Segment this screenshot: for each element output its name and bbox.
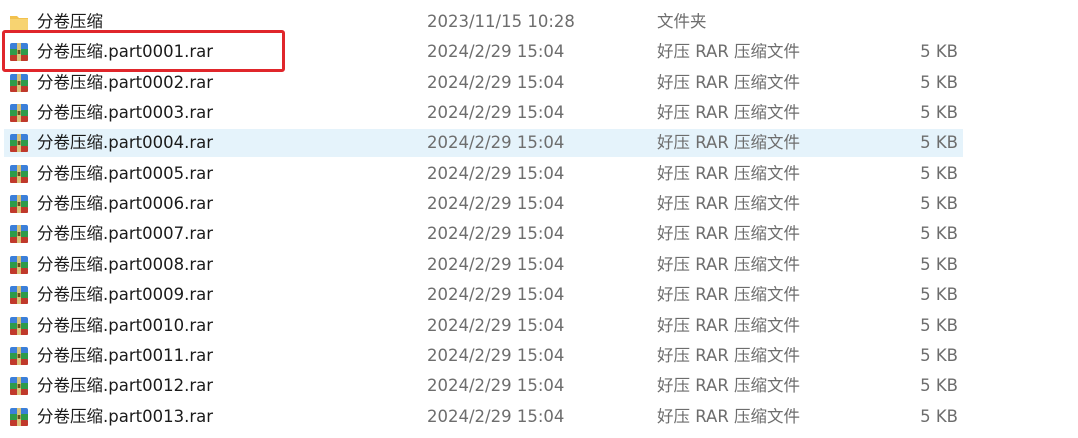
file-row[interactable]: 分卷压缩.part0012.rar 2024/2/29 15:04 好压 RAR 压…: [4, 372, 963, 400]
rar-archive-icon: [8, 193, 30, 215]
file-row[interactable]: 分卷压缩.part0004.rar 2024/2/29 15:04 好压 RAR 压…: [4, 129, 963, 158]
file-size: 5 KB: [920, 103, 958, 123]
file-name: 分卷压缩: [37, 12, 103, 31]
rar-archive-icon: [8, 406, 30, 428]
file-type: 好压 RAR 压缩文件: [657, 194, 801, 214]
file-row[interactable]: 分卷压缩.part0006.rar 2024/2/29 15:04 好压 RAR 压…: [4, 190, 963, 218]
file-type: 好压 RAR 压缩文件: [657, 103, 801, 123]
file-name: 分卷压缩.part0013.rar: [37, 406, 213, 426]
file-type: 好压 RAR 压缩文件: [657, 376, 801, 396]
file-modified-date: 2023/11/15 10:28: [427, 12, 575, 31]
file-row[interactable]: 分卷压缩.part0007.rar 2024/2/29 15:04 好压 RAR 压…: [4, 220, 963, 248]
file-modified-date: 2024/2/29 15:04: [427, 315, 565, 335]
folder-icon: [8, 11, 30, 33]
file-size: 5 KB: [920, 254, 958, 274]
file-modified-date: 2024/2/29 15:04: [427, 285, 565, 305]
file-row[interactable]: 分卷压缩.part0003.rar 2024/2/29 15:04 好压 RAR 压…: [4, 99, 963, 127]
file-type: 好压 RAR 压缩文件: [657, 133, 801, 153]
file-type: 好压 RAR 压缩文件: [657, 254, 801, 274]
file-modified-date: 2024/2/29 15:04: [427, 163, 565, 183]
file-type: 好压 RAR 压缩文件: [657, 224, 801, 244]
file-row[interactable]: 分卷压缩.part0005.rar 2024/2/29 15:04 好压 RAR 压…: [4, 160, 963, 188]
file-size: 5 KB: [920, 194, 958, 214]
file-name: 分卷压缩.part0009.rar: [37, 285, 213, 305]
rar-archive-icon: [8, 345, 30, 367]
file-modified-date: 2024/2/29 15:04: [427, 406, 565, 426]
file-row[interactable]: 分卷压缩.part0002.rar 2024/2/29 15:04 好压 RAR 压…: [4, 69, 963, 97]
rar-archive-icon: [8, 315, 30, 337]
file-modified-date: 2024/2/29 15:04: [427, 376, 565, 396]
file-name: 分卷压缩.part0007.rar: [37, 224, 213, 244]
file-row[interactable]: 分卷压缩.part0010.rar 2024/2/29 15:04 好压 RAR 压…: [4, 312, 963, 340]
file-modified-date: 2024/2/29 15:04: [427, 224, 565, 244]
file-row[interactable]: 分卷压缩 2023/11/15 10:28 文件夹: [4, 8, 963, 36]
file-size: 5 KB: [920, 133, 958, 153]
file-name: 分卷压缩.part0006.rar: [37, 194, 213, 214]
file-type: 好压 RAR 压缩文件: [657, 285, 801, 305]
file-type: 好压 RAR 压缩文件: [657, 315, 801, 335]
file-size: 5 KB: [920, 72, 958, 92]
rar-archive-icon: [8, 132, 30, 154]
file-type: 好压 RAR 压缩文件: [657, 72, 801, 92]
file-name: 分卷压缩.part0008.rar: [37, 254, 213, 274]
file-name: 分卷压缩.part0012.rar: [37, 376, 213, 396]
file-modified-date: 2024/2/29 15:04: [427, 345, 565, 365]
file-name: 分卷压缩.part0011.rar: [37, 345, 213, 365]
file-modified-date: 2024/2/29 15:04: [427, 72, 565, 92]
file-size: 5 KB: [920, 406, 958, 426]
file-type: 好压 RAR 压缩文件: [657, 406, 801, 426]
file-size: 5 KB: [920, 315, 958, 335]
rar-archive-icon: [8, 375, 30, 397]
file-type: 好压 RAR 压缩文件: [657, 345, 801, 365]
file-size: 5 KB: [920, 224, 958, 244]
file-size: 5 KB: [920, 42, 958, 62]
file-type: 好压 RAR 压缩文件: [657, 163, 801, 183]
file-row[interactable]: 分卷压缩.part0013.rar 2024/2/29 15:04 好压 RAR 压…: [4, 403, 963, 431]
file-name: 分卷压缩.part0002.rar: [37, 72, 213, 92]
rar-archive-icon: [8, 163, 30, 185]
file-row[interactable]: 分卷压缩.part0011.rar 2024/2/29 15:04 好压 RAR 压…: [4, 342, 963, 370]
file-modified-date: 2024/2/29 15:04: [427, 133, 565, 153]
file-row[interactable]: 分卷压缩.part0009.rar 2024/2/29 15:04 好压 RAR 压…: [4, 281, 963, 309]
file-row[interactable]: 分卷压缩.part0008.rar 2024/2/29 15:04 好压 RAR 压…: [4, 251, 963, 279]
rar-archive-icon: [8, 41, 30, 63]
rar-archive-icon: [8, 72, 30, 94]
file-size: 5 KB: [920, 345, 958, 365]
file-modified-date: 2024/2/29 15:04: [427, 254, 565, 274]
file-size: 5 KB: [920, 163, 958, 183]
file-type: 好压 RAR 压缩文件: [657, 42, 801, 62]
file-name: 分卷压缩.part0001.rar: [37, 42, 213, 62]
file-modified-date: 2024/2/29 15:04: [427, 194, 565, 214]
file-type: 文件夹: [657, 12, 707, 31]
rar-archive-icon: [8, 223, 30, 245]
file-row[interactable]: 分卷压缩.part0001.rar 2024/2/29 15:04 好压 RAR 压…: [4, 38, 963, 66]
file-list: 分卷压缩 2023/11/15 10:28 文件夹分卷压缩.part0001.rar…: [0, 0, 1078, 438]
rar-archive-icon: [8, 102, 30, 124]
file-name: 分卷压缩.part0005.rar: [37, 163, 213, 183]
file-name: 分卷压缩.part0004.rar: [37, 133, 213, 153]
rar-archive-icon: [8, 254, 30, 276]
file-size: 5 KB: [920, 376, 958, 396]
file-modified-date: 2024/2/29 15:04: [427, 103, 565, 123]
file-modified-date: 2024/2/29 15:04: [427, 42, 565, 62]
rar-archive-icon: [8, 284, 30, 306]
file-name: 分卷压缩.part0003.rar: [37, 103, 213, 123]
file-size: 5 KB: [920, 285, 958, 305]
file-name: 分卷压缩.part0010.rar: [37, 315, 213, 335]
